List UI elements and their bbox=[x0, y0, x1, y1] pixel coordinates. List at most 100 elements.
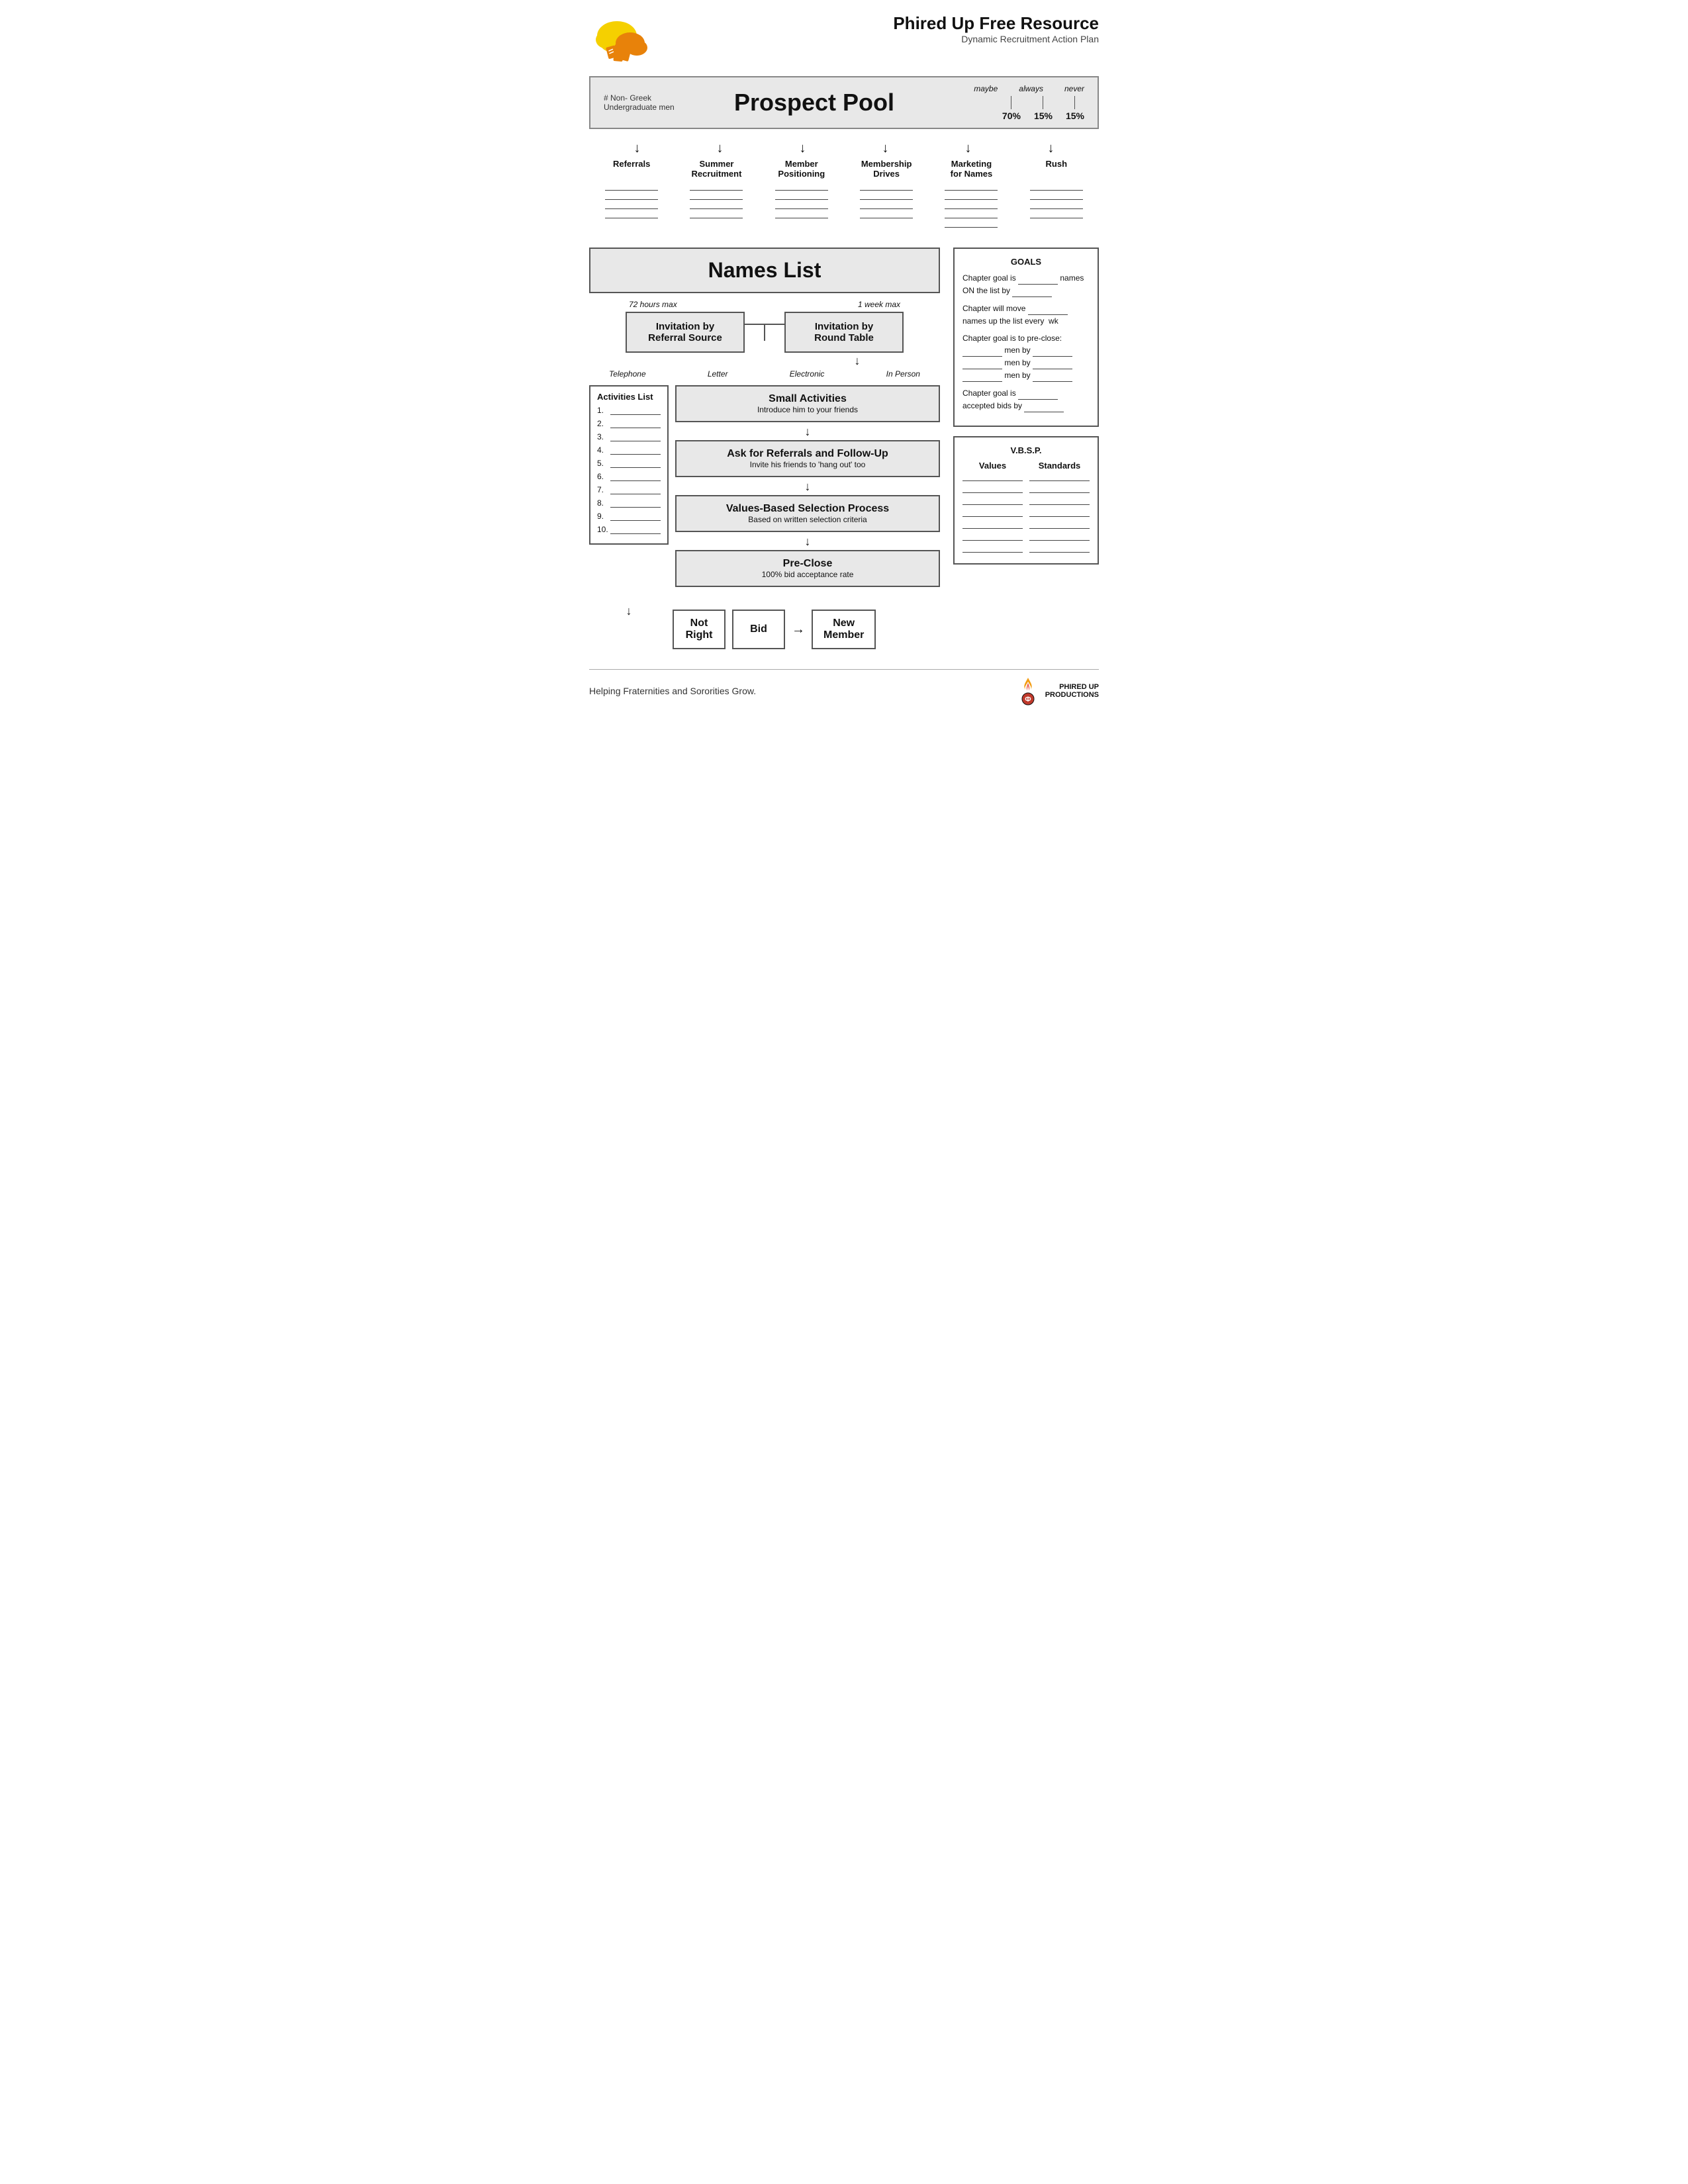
flow-boxes: Small Activities Introduce him to your f… bbox=[675, 385, 940, 590]
act-item-9: 9. bbox=[597, 512, 661, 521]
invitation-referral-box: Invitation byReferral Source bbox=[626, 312, 745, 353]
vbsp-s4 bbox=[1029, 510, 1090, 517]
vbsp-s7 bbox=[1029, 546, 1090, 553]
act-item-5: 5. bbox=[597, 459, 661, 468]
names-list-title: Names List bbox=[604, 258, 925, 283]
lines-rush bbox=[1020, 185, 1093, 228]
not-right-label: NotRight bbox=[686, 617, 713, 641]
page-header: Phired Up Free Resource Dynamic Recruitm… bbox=[589, 13, 1099, 69]
small-activities-title: Small Activities bbox=[687, 393, 928, 405]
act-item-3: 3. bbox=[597, 432, 661, 441]
right-column: GOALS Chapter goal is names ON the list … bbox=[953, 248, 1099, 649]
vbsp-values-col bbox=[962, 475, 1023, 553]
page-subtitle: Dynamic Recruitment Action Plan bbox=[893, 34, 1099, 44]
activities-list-title: Activities List bbox=[597, 392, 661, 402]
vbsp-col1-header: Values bbox=[962, 461, 1023, 471]
vbsp-col2-header: Standards bbox=[1029, 461, 1090, 471]
act-item-2: 2. bbox=[597, 419, 661, 428]
new-member-label: NewMember bbox=[823, 617, 864, 641]
vbsp-standards-col bbox=[1029, 475, 1090, 553]
vbsp-col-headers: Values Standards bbox=[962, 461, 1090, 471]
vbsp-lines bbox=[962, 475, 1090, 553]
inv-connector bbox=[745, 324, 784, 341]
vbsp-s5 bbox=[1029, 522, 1090, 529]
method-letter: Letter bbox=[708, 369, 728, 379]
act-item-7: 7. bbox=[597, 485, 661, 494]
category-summer: SummerRecruitment bbox=[680, 159, 753, 179]
maybe-label: maybe bbox=[974, 84, 998, 93]
act-item-6: 6. bbox=[597, 472, 661, 481]
lines-referrals bbox=[595, 185, 668, 228]
prospect-pool-title: Prospect Pool bbox=[703, 89, 925, 116]
never-label: never bbox=[1064, 84, 1084, 93]
arrow-member-pos: ↓ bbox=[800, 141, 806, 156]
page-title: Phired Up Free Resource bbox=[893, 13, 1099, 34]
vbsp-s6 bbox=[1029, 534, 1090, 541]
prospect-percentages: maybe always never 70% 15% 15% bbox=[925, 84, 1084, 121]
arrow-rush: ↓ bbox=[1048, 141, 1055, 156]
category-member-pos: MemberPositioning bbox=[765, 159, 838, 179]
goal-3: Chapter goal is to pre-close: men by men… bbox=[962, 332, 1090, 382]
vbsp-flow-title: Values-Based Selection Process bbox=[687, 503, 928, 515]
never-pct: 15% bbox=[1066, 96, 1084, 121]
flow-vbsp: Values-Based Selection Process Based on … bbox=[675, 495, 940, 532]
small-activities-subtitle: Introduce him to your friends bbox=[687, 405, 928, 414]
page-footer: Helping Fraternities and Sororities Grow… bbox=[589, 669, 1099, 705]
vbsp-v6 bbox=[962, 534, 1023, 541]
vbsp-s2 bbox=[1029, 486, 1090, 493]
lines-marketing bbox=[935, 185, 1008, 228]
goals-title: GOALS bbox=[962, 257, 1090, 267]
goals-box: GOALS Chapter goal is names ON the list … bbox=[953, 248, 1099, 427]
method-electronic: Electronic bbox=[790, 369, 825, 379]
bottom-row: NotRight Bid → NewMember bbox=[673, 610, 876, 649]
pct-values: 70% 15% 15% bbox=[1002, 96, 1084, 121]
referrals-subtitle: Invite his friends to 'hang out' too bbox=[687, 460, 928, 469]
not-right-box: NotRight bbox=[673, 610, 726, 649]
logo-area bbox=[589, 13, 682, 69]
invitation-referral-label: Invitation byReferral Source bbox=[648, 321, 722, 343]
bid-label: Bid bbox=[750, 623, 767, 635]
method-in-person: In Person bbox=[886, 369, 920, 379]
bottom-section: ↓ NotRight Bid → NewMember bbox=[589, 599, 940, 649]
lines-membership bbox=[850, 185, 923, 228]
arrow-marketing: ↓ bbox=[965, 141, 972, 156]
vbsp-v3 bbox=[962, 498, 1023, 505]
act-item-8: 8. bbox=[597, 498, 661, 508]
invitation-methods: Telephone Letter Electronic In Person bbox=[589, 369, 940, 379]
names-list-box: Names List bbox=[589, 248, 940, 293]
pre-close-title: Pre-Close bbox=[687, 558, 928, 570]
new-member-box: NewMember bbox=[812, 610, 876, 649]
category-referrals: Referrals bbox=[595, 159, 668, 179]
vbsp-v1 bbox=[962, 475, 1023, 481]
arrow-3: ↓ bbox=[675, 535, 940, 549]
category-rush: Rush bbox=[1020, 159, 1093, 179]
always-pct: 15% bbox=[1034, 96, 1053, 121]
svg-text:Ф: Ф bbox=[1025, 696, 1031, 704]
inv-down-arrow: ↓ bbox=[774, 354, 940, 368]
activities-list-box: Activities List 1. 2. 3. 4. 5. 6. 7. 8. … bbox=[589, 385, 669, 545]
goal-1: Chapter goal is names ON the list by bbox=[962, 272, 1090, 297]
vbsp-v2 bbox=[962, 486, 1023, 493]
categories-row: Referrals SummerRecruitment MemberPositi… bbox=[589, 159, 1099, 179]
invitation-roundtable-label: Invitation byRound Table bbox=[814, 321, 874, 343]
vbsp-v4 bbox=[962, 510, 1023, 517]
referrals-title: Ask for Referrals and Follow-Up bbox=[687, 448, 928, 460]
category-lines bbox=[589, 185, 1099, 228]
activities-flow: Activities List 1. 2. 3. 4. 5. 6. 7. 8. … bbox=[589, 385, 940, 590]
main-content: Names List 72 hours max 1 week max Invit… bbox=[589, 248, 1099, 649]
category-marketing: Marketingfor Names bbox=[935, 159, 1008, 179]
arrow-1: ↓ bbox=[675, 425, 940, 439]
vbsp-v5 bbox=[962, 522, 1023, 529]
arrow-2: ↓ bbox=[675, 480, 940, 494]
invitation-row: Invitation byReferral Source Invitation … bbox=[589, 312, 940, 353]
goal-4: Chapter goal is accepted bids by bbox=[962, 387, 1090, 412]
method-telephone: Telephone bbox=[609, 369, 646, 379]
arrow-referrals: ↓ bbox=[634, 141, 641, 156]
bid-arrow: → bbox=[792, 622, 805, 637]
pct-labels: maybe always never bbox=[974, 84, 1084, 93]
footer-logo: Ф PHIRED UPPRODUCTIONS bbox=[1016, 676, 1099, 705]
timing-right: 1 week max bbox=[858, 300, 900, 309]
invitation-timing: 72 hours max 1 week max bbox=[589, 300, 940, 309]
v-line bbox=[764, 325, 765, 341]
invitation-roundtable-box: Invitation byRound Table bbox=[784, 312, 904, 353]
